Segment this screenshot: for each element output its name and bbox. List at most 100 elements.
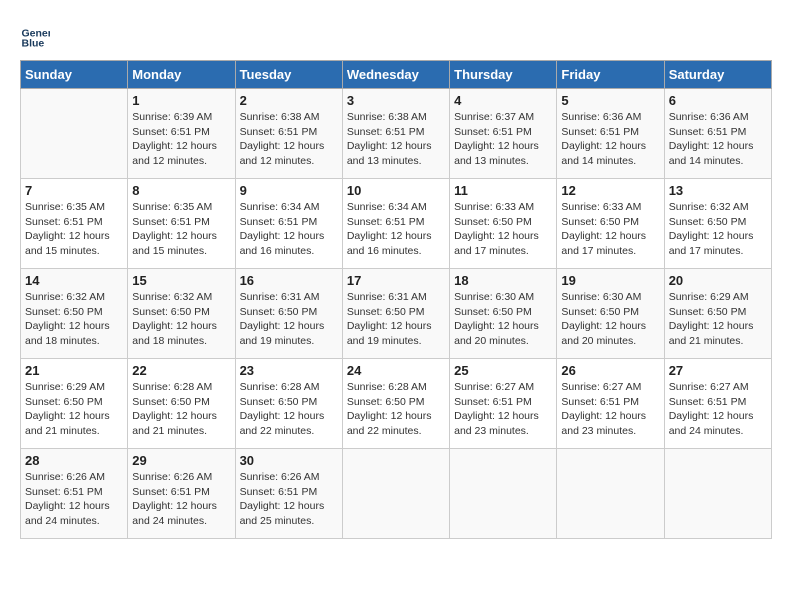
day-number: 7 xyxy=(25,183,123,198)
day-number: 21 xyxy=(25,363,123,378)
weekday-header-saturday: Saturday xyxy=(664,61,771,89)
day-number: 12 xyxy=(561,183,659,198)
calendar-cell: 25 Sunrise: 6:27 AMSunset: 6:51 PMDayligh… xyxy=(450,359,557,449)
weekday-header-friday: Friday xyxy=(557,61,664,89)
calendar-cell xyxy=(664,449,771,539)
calendar-cell: 11 Sunrise: 6:33 AMSunset: 6:50 PMDayligh… xyxy=(450,179,557,269)
page-header: General Blue xyxy=(20,20,772,50)
calendar-cell: 10 Sunrise: 6:34 AMSunset: 6:51 PMDayligh… xyxy=(342,179,449,269)
day-info: Sunrise: 6:38 AMSunset: 6:51 PMDaylight:… xyxy=(347,110,445,169)
day-info: Sunrise: 6:34 AMSunset: 6:51 PMDaylight:… xyxy=(347,200,445,259)
day-info: Sunrise: 6:36 AMSunset: 6:51 PMDaylight:… xyxy=(561,110,659,169)
day-info: Sunrise: 6:27 AMSunset: 6:51 PMDaylight:… xyxy=(454,380,552,439)
day-number: 16 xyxy=(240,273,338,288)
day-info: Sunrise: 6:27 AMSunset: 6:51 PMDaylight:… xyxy=(561,380,659,439)
day-number: 15 xyxy=(132,273,230,288)
calendar-cell: 1 Sunrise: 6:39 AMSunset: 6:51 PMDaylight… xyxy=(128,89,235,179)
weekday-header-wednesday: Wednesday xyxy=(342,61,449,89)
calendar-cell: 12 Sunrise: 6:33 AMSunset: 6:50 PMDayligh… xyxy=(557,179,664,269)
day-info: Sunrise: 6:35 AMSunset: 6:51 PMDaylight:… xyxy=(25,200,123,259)
calendar-cell: 24 Sunrise: 6:28 AMSunset: 6:50 PMDayligh… xyxy=(342,359,449,449)
calendar-cell xyxy=(342,449,449,539)
day-number: 13 xyxy=(669,183,767,198)
calendar-cell: 21 Sunrise: 6:29 AMSunset: 6:50 PMDayligh… xyxy=(21,359,128,449)
calendar-table: SundayMondayTuesdayWednesdayThursdayFrid… xyxy=(20,60,772,539)
day-info: Sunrise: 6:39 AMSunset: 6:51 PMDaylight:… xyxy=(132,110,230,169)
calendar-cell: 29 Sunrise: 6:26 AMSunset: 6:51 PMDayligh… xyxy=(128,449,235,539)
calendar-cell: 16 Sunrise: 6:31 AMSunset: 6:50 PMDayligh… xyxy=(235,269,342,359)
day-info: Sunrise: 6:37 AMSunset: 6:51 PMDaylight:… xyxy=(454,110,552,169)
weekday-header-tuesday: Tuesday xyxy=(235,61,342,89)
calendar-cell: 13 Sunrise: 6:32 AMSunset: 6:50 PMDayligh… xyxy=(664,179,771,269)
day-number: 27 xyxy=(669,363,767,378)
day-info: Sunrise: 6:32 AMSunset: 6:50 PMDaylight:… xyxy=(132,290,230,349)
day-number: 19 xyxy=(561,273,659,288)
weekday-header-thursday: Thursday xyxy=(450,61,557,89)
day-info: Sunrise: 6:33 AMSunset: 6:50 PMDaylight:… xyxy=(561,200,659,259)
day-info: Sunrise: 6:33 AMSunset: 6:50 PMDaylight:… xyxy=(454,200,552,259)
calendar-cell: 22 Sunrise: 6:28 AMSunset: 6:50 PMDayligh… xyxy=(128,359,235,449)
weekday-header-sunday: Sunday xyxy=(21,61,128,89)
day-info: Sunrise: 6:29 AMSunset: 6:50 PMDaylight:… xyxy=(25,380,123,439)
weekday-header-monday: Monday xyxy=(128,61,235,89)
day-number: 14 xyxy=(25,273,123,288)
calendar-cell: 30 Sunrise: 6:26 AMSunset: 6:51 PMDayligh… xyxy=(235,449,342,539)
day-info: Sunrise: 6:32 AMSunset: 6:50 PMDaylight:… xyxy=(25,290,123,349)
day-info: Sunrise: 6:26 AMSunset: 6:51 PMDaylight:… xyxy=(132,470,230,529)
logo: General Blue xyxy=(20,20,24,50)
day-number: 24 xyxy=(347,363,445,378)
day-number: 23 xyxy=(240,363,338,378)
day-info: Sunrise: 6:30 AMSunset: 6:50 PMDaylight:… xyxy=(454,290,552,349)
calendar-cell xyxy=(21,89,128,179)
day-info: Sunrise: 6:28 AMSunset: 6:50 PMDaylight:… xyxy=(240,380,338,439)
day-info: Sunrise: 6:26 AMSunset: 6:51 PMDaylight:… xyxy=(25,470,123,529)
calendar-cell: 27 Sunrise: 6:27 AMSunset: 6:51 PMDayligh… xyxy=(664,359,771,449)
day-number: 30 xyxy=(240,453,338,468)
calendar-cell: 7 Sunrise: 6:35 AMSunset: 6:51 PMDaylight… xyxy=(21,179,128,269)
day-number: 20 xyxy=(669,273,767,288)
calendar-cell: 23 Sunrise: 6:28 AMSunset: 6:50 PMDayligh… xyxy=(235,359,342,449)
logo-icon: General Blue xyxy=(20,20,50,50)
day-number: 9 xyxy=(240,183,338,198)
day-info: Sunrise: 6:27 AMSunset: 6:51 PMDaylight:… xyxy=(669,380,767,439)
day-info: Sunrise: 6:26 AMSunset: 6:51 PMDaylight:… xyxy=(240,470,338,529)
day-number: 18 xyxy=(454,273,552,288)
day-info: Sunrise: 6:30 AMSunset: 6:50 PMDaylight:… xyxy=(561,290,659,349)
calendar-cell: 2 Sunrise: 6:38 AMSunset: 6:51 PMDaylight… xyxy=(235,89,342,179)
day-number: 11 xyxy=(454,183,552,198)
day-number: 28 xyxy=(25,453,123,468)
day-number: 10 xyxy=(347,183,445,198)
calendar-cell: 9 Sunrise: 6:34 AMSunset: 6:51 PMDaylight… xyxy=(235,179,342,269)
calendar-cell: 5 Sunrise: 6:36 AMSunset: 6:51 PMDaylight… xyxy=(557,89,664,179)
calendar-cell xyxy=(450,449,557,539)
day-info: Sunrise: 6:28 AMSunset: 6:50 PMDaylight:… xyxy=(132,380,230,439)
day-number: 6 xyxy=(669,93,767,108)
calendar-cell: 4 Sunrise: 6:37 AMSunset: 6:51 PMDaylight… xyxy=(450,89,557,179)
day-number: 29 xyxy=(132,453,230,468)
day-number: 22 xyxy=(132,363,230,378)
day-number: 1 xyxy=(132,93,230,108)
day-info: Sunrise: 6:31 AMSunset: 6:50 PMDaylight:… xyxy=(240,290,338,349)
calendar-cell: 19 Sunrise: 6:30 AMSunset: 6:50 PMDayligh… xyxy=(557,269,664,359)
day-number: 25 xyxy=(454,363,552,378)
day-info: Sunrise: 6:34 AMSunset: 6:51 PMDaylight:… xyxy=(240,200,338,259)
calendar-cell: 18 Sunrise: 6:30 AMSunset: 6:50 PMDayligh… xyxy=(450,269,557,359)
calendar-cell: 6 Sunrise: 6:36 AMSunset: 6:51 PMDaylight… xyxy=(664,89,771,179)
day-info: Sunrise: 6:38 AMSunset: 6:51 PMDaylight:… xyxy=(240,110,338,169)
day-number: 17 xyxy=(347,273,445,288)
day-number: 2 xyxy=(240,93,338,108)
calendar-cell: 15 Sunrise: 6:32 AMSunset: 6:50 PMDayligh… xyxy=(128,269,235,359)
day-info: Sunrise: 6:28 AMSunset: 6:50 PMDaylight:… xyxy=(347,380,445,439)
day-number: 4 xyxy=(454,93,552,108)
day-info: Sunrise: 6:35 AMSunset: 6:51 PMDaylight:… xyxy=(132,200,230,259)
calendar-cell: 8Sunrise: 6:35 AMSunset: 6:51 PMDaylight… xyxy=(128,179,235,269)
day-info: Sunrise: 6:36 AMSunset: 6:51 PMDaylight:… xyxy=(669,110,767,169)
svg-text:Blue: Blue xyxy=(22,37,45,49)
calendar-cell: 26Sunrise: 6:27 AMSunset: 6:51 PMDayligh… xyxy=(557,359,664,449)
day-info: Sunrise: 6:32 AMSunset: 6:50 PMDaylight:… xyxy=(669,200,767,259)
calendar-cell: 17 Sunrise: 6:31 AMSunset: 6:50 PMDayligh… xyxy=(342,269,449,359)
day-info: Sunrise: 6:31 AMSunset: 6:50 PMDaylight:… xyxy=(347,290,445,349)
day-number: 5 xyxy=(561,93,659,108)
day-number: 3 xyxy=(347,93,445,108)
calendar-cell: 20Sunrise: 6:29 AMSunset: 6:50 PMDayligh… xyxy=(664,269,771,359)
